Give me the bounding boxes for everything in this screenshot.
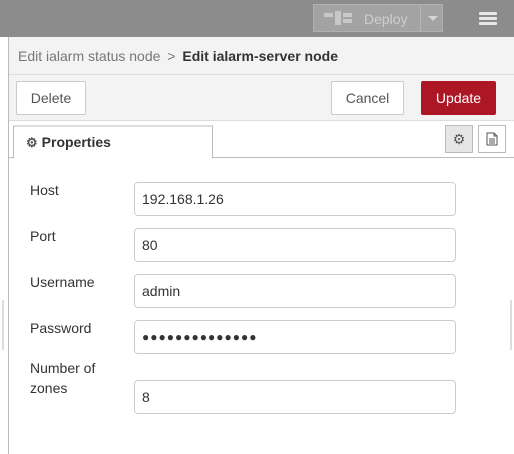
password-input[interactable]: ●●●●●●●●●●●●●●	[134, 320, 456, 354]
tabs-bar: ⚙ Properties ⚙	[9, 122, 514, 159]
zones-label-line1: Number of	[30, 360, 96, 376]
port-label: Port	[30, 228, 56, 244]
port-input[interactable]: 80	[134, 228, 456, 262]
tray-toolbar: Delete Cancel Update	[9, 75, 514, 121]
zones-label-line2: zones	[30, 380, 68, 396]
tab-properties[interactable]: ⚙ Properties	[13, 125, 213, 159]
breadcrumb-separator: >	[167, 48, 176, 64]
password-label: Password	[30, 320, 92, 336]
delete-button[interactable]: Delete	[16, 81, 86, 115]
properties-form: Host 192.168.1.26 Port 80 Username admin…	[9, 159, 514, 454]
hamburger-menu-icon	[479, 12, 497, 15]
host-input[interactable]: 192.168.1.26	[134, 182, 456, 216]
deploy-label: Deploy	[364, 11, 408, 27]
breadcrumb: Edit ialarm status node > Edit ialarm-se…	[9, 37, 514, 75]
gear-icon: ⚙	[452, 130, 466, 147]
edit-tray: Edit ialarm status node > Edit ialarm-se…	[8, 37, 514, 454]
header-bar: Deploy	[0, 0, 514, 37]
username-label: Username	[30, 274, 95, 290]
breadcrumb-parent[interactable]: Edit ialarm status node	[18, 48, 160, 64]
settings-tab-button[interactable]: ⚙	[445, 125, 473, 153]
deploy-divider	[420, 5, 421, 31]
chevron-down-icon[interactable]	[428, 16, 438, 21]
username-input[interactable]: admin	[134, 274, 456, 308]
description-tab-button[interactable]	[478, 125, 506, 153]
zones-input[interactable]: 8	[134, 380, 456, 414]
deploy-button[interactable]: Deploy	[313, 4, 443, 32]
breadcrumb-current: Edit ialarm-server node	[182, 48, 338, 64]
deploy-icon	[324, 11, 352, 25]
gear-icon: ⚙	[26, 135, 38, 150]
update-button[interactable]: Update	[421, 81, 496, 115]
document-icon	[486, 132, 498, 146]
right-resize-handle[interactable]	[510, 300, 512, 350]
host-label: Host	[30, 182, 59, 198]
main-menu-button[interactable]	[470, 4, 506, 32]
left-resize-handle[interactable]	[2, 300, 4, 350]
tab-properties-label: Properties	[41, 134, 111, 150]
cancel-button[interactable]: Cancel	[331, 81, 404, 115]
